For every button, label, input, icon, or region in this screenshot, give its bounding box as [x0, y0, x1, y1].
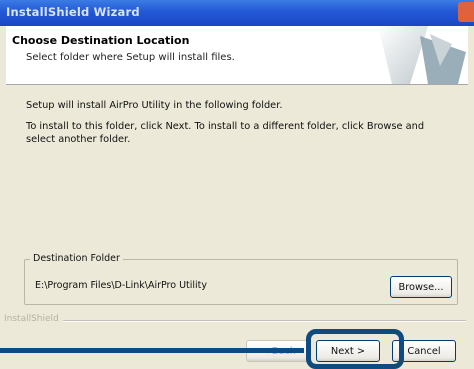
installshield-wizard-window: InstallShield Wizard Choose Destination … — [0, 0, 474, 369]
browse-button[interactable]: Browse... — [390, 276, 452, 298]
destination-path: E:\Program Files\D-Link\AirPro Utility — [35, 280, 208, 291]
install-location-text: Setup will install AirPro Utility in the… — [26, 100, 283, 111]
window-title: InstallShield Wizard — [6, 5, 140, 19]
install-instructions-text: To install to this folder, click Next. T… — [26, 121, 425, 145]
wizard-header: Choose Destination Location Select folde… — [6, 26, 468, 85]
installer-graphic-icon — [358, 26, 468, 84]
close-button[interactable] — [458, 2, 474, 22]
footer-separator — [4, 320, 466, 322]
page-title: Choose Destination Location — [12, 34, 190, 47]
title-bar[interactable]: InstallShield Wizard — [0, 0, 474, 26]
callout-pointer-line — [0, 348, 304, 353]
page-subtitle: Select folder where Setup will install f… — [26, 52, 235, 63]
destination-folder-label: Destination Folder — [30, 253, 123, 264]
callout-highlight-box — [306, 329, 404, 369]
installshield-brand-label: InstallShield — [4, 314, 63, 324]
